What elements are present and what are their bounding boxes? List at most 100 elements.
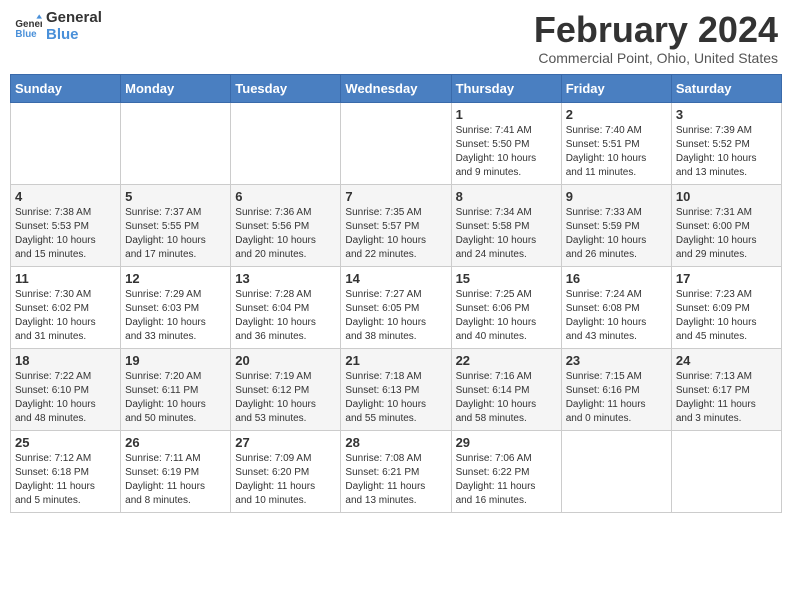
calendar-cell: 29 Sunrise: 7:06 AM Sunset: 6:22 PM Dayli… — [451, 430, 561, 512]
day-info: Sunrise: 7:06 AM Sunset: 6:22 PM Dayligh… — [456, 452, 557, 508]
weekday-header-monday: Monday — [121, 74, 231, 102]
day-info: Sunrise: 7:27 AM Sunset: 6:05 PM Dayligh… — [345, 288, 446, 344]
day-info: Sunrise: 7:19 AM Sunset: 6:12 PM Dayligh… — [235, 370, 336, 426]
day-info: Sunrise: 7:37 AM Sunset: 5:55 PM Dayligh… — [125, 206, 226, 262]
calendar-cell: 9Sunrise: 7:33 AM Sunset: 5:59 PM Daylig… — [561, 184, 671, 266]
location-subtitle: Commercial Point, Ohio, United States — [534, 50, 778, 66]
day-info: Sunrise: 7:08 AM Sunset: 6:21 PM Dayligh… — [345, 452, 446, 508]
calendar-cell: 19Sunrise: 7:20 AM Sunset: 6:11 PM Dayli… — [121, 348, 231, 430]
calendar-cell: 2Sunrise: 7:40 AM Sunset: 5:51 PM Daylig… — [561, 102, 671, 184]
svg-text:Blue: Blue — [15, 28, 37, 39]
weekday-header-friday: Friday — [561, 74, 671, 102]
weekday-header-saturday: Saturday — [671, 74, 781, 102]
calendar-cell: 5 Sunrise: 7:37 AM Sunset: 5:55 PM Daylig… — [121, 184, 231, 266]
calendar-cell — [231, 102, 341, 184]
day-info: Sunrise: 7:22 AM Sunset: 6:10 PM Dayligh… — [15, 370, 116, 426]
day-info: Sunrise: 7:39 AM Sunset: 5:52 PM Dayligh… — [676, 124, 777, 180]
day-info: Sunrise: 7:24 AM Sunset: 6:08 PM Dayligh… — [566, 288, 667, 344]
day-number: 16 — [566, 271, 667, 286]
calendar-cell — [121, 102, 231, 184]
day-info: Sunrise: 7:13 AM Sunset: 6:17 PM Dayligh… — [676, 370, 777, 426]
day-info: Sunrise: 7:38 AM Sunset: 5:53 PM Dayligh… — [15, 206, 116, 262]
calendar-cell: 16 Sunrise: 7:24 AM Sunset: 6:08 PM Dayli… — [561, 266, 671, 348]
day-number: 4 — [15, 189, 116, 204]
day-info: Sunrise: 7:12 AM Sunset: 6:18 PM Dayligh… — [15, 452, 116, 508]
calendar-cell: 25Sunrise: 7:12 AM Sunset: 6:18 PM Dayli… — [11, 430, 121, 512]
day-number: 23 — [566, 353, 667, 368]
day-number: 17 — [676, 271, 777, 286]
day-number: 18 — [15, 353, 116, 368]
day-number: 6 — [235, 189, 336, 204]
calendar-cell: 20 Sunrise: 7:19 AM Sunset: 6:12 PM Dayli… — [231, 348, 341, 430]
day-info: Sunrise: 7:28 AM Sunset: 6:04 PM Dayligh… — [235, 288, 336, 344]
day-number: 5 — [125, 189, 226, 204]
day-number: 1 — [456, 107, 557, 122]
day-number: 24 — [676, 353, 777, 368]
day-number: 14 — [345, 271, 446, 286]
calendar-cell: 28 Sunrise: 7:08 AM Sunset: 6:21 PM Dayli… — [341, 430, 451, 512]
calendar-cell: 7 Sunrise: 7:35 AM Sunset: 5:57 PM Daylig… — [341, 184, 451, 266]
day-number: 22 — [456, 353, 557, 368]
day-info: Sunrise: 7:11 AM Sunset: 6:19 PM Dayligh… — [125, 452, 226, 508]
day-info: Sunrise: 7:23 AM Sunset: 6:09 PM Dayligh… — [676, 288, 777, 344]
day-info: Sunrise: 7:34 AM Sunset: 5:58 PM Dayligh… — [456, 206, 557, 262]
calendar-cell: 24 Sunrise: 7:13 AM Sunset: 6:17 PM Dayli… — [671, 348, 781, 430]
calendar-cell: 11 Sunrise: 7:30 AM Sunset: 6:02 PM Dayli… — [11, 266, 121, 348]
day-number: 7 — [345, 189, 446, 204]
calendar-cell: 6 Sunrise: 7:36 AM Sunset: 5:56 PM Daylig… — [231, 184, 341, 266]
calendar-cell: 12 Sunrise: 7:29 AM Sunset: 6:03 PM Dayli… — [121, 266, 231, 348]
day-info: Sunrise: 7:31 AM Sunset: 6:00 PM Dayligh… — [676, 206, 777, 262]
day-number: 12 — [125, 271, 226, 286]
calendar-cell — [341, 102, 451, 184]
calendar-cell: 3 Sunrise: 7:39 AM Sunset: 5:52 PM Daylig… — [671, 102, 781, 184]
calendar-cell — [671, 430, 781, 512]
day-number: 20 — [235, 353, 336, 368]
calendar-cell: 4 Sunrise: 7:38 AM Sunset: 5:53 PM Daylig… — [11, 184, 121, 266]
week-row-5: 25Sunrise: 7:12 AM Sunset: 6:18 PM Dayli… — [11, 430, 782, 512]
week-row-4: 18 Sunrise: 7:22 AM Sunset: 6:10 PM Dayli… — [11, 348, 782, 430]
weekday-header-tuesday: Tuesday — [231, 74, 341, 102]
weekday-header-row: SundayMondayTuesdayWednesdayThursdayFrid… — [11, 74, 782, 102]
day-number: 29 — [456, 435, 557, 450]
calendar-cell: 10 Sunrise: 7:31 AM Sunset: 6:00 PM Dayli… — [671, 184, 781, 266]
calendar-cell: 22 Sunrise: 7:16 AM Sunset: 6:14 PM Dayli… — [451, 348, 561, 430]
day-info: Sunrise: 7:35 AM Sunset: 5:57 PM Dayligh… — [345, 206, 446, 262]
calendar-cell: 14 Sunrise: 7:27 AM Sunset: 6:05 PM Dayli… — [341, 266, 451, 348]
calendar-cell: 21 Sunrise: 7:18 AM Sunset: 6:13 PM Dayli… — [341, 348, 451, 430]
day-number: 21 — [345, 353, 446, 368]
calendar-cell: 18 Sunrise: 7:22 AM Sunset: 6:10 PM Dayli… — [11, 348, 121, 430]
day-number: 9 — [566, 189, 667, 204]
day-info: Sunrise: 7:16 AM Sunset: 6:14 PM Dayligh… — [456, 370, 557, 426]
day-info: Sunrise: 7:25 AM Sunset: 6:06 PM Dayligh… — [456, 288, 557, 344]
calendar-table: SundayMondayTuesdayWednesdayThursdayFrid… — [10, 74, 782, 513]
calendar-cell: 8 Sunrise: 7:34 AM Sunset: 5:58 PM Daylig… — [451, 184, 561, 266]
calendar-cell: 13Sunrise: 7:28 AM Sunset: 6:04 PM Dayli… — [231, 266, 341, 348]
calendar-cell — [11, 102, 121, 184]
day-number: 26 — [125, 435, 226, 450]
week-row-1: 1 Sunrise: 7:41 AM Sunset: 5:50 PM Daylig… — [11, 102, 782, 184]
calendar-cell: 17 Sunrise: 7:23 AM Sunset: 6:09 PM Dayli… — [671, 266, 781, 348]
day-info: Sunrise: 7:41 AM Sunset: 5:50 PM Dayligh… — [456, 124, 557, 180]
day-info: Sunrise: 7:30 AM Sunset: 6:02 PM Dayligh… — [15, 288, 116, 344]
title-block: February 2024 Commercial Point, Ohio, Un… — [534, 10, 778, 66]
day-number: 8 — [456, 189, 557, 204]
day-info: Sunrise: 7:29 AM Sunset: 6:03 PM Dayligh… — [125, 288, 226, 344]
week-row-2: 4 Sunrise: 7:38 AM Sunset: 5:53 PM Daylig… — [11, 184, 782, 266]
weekday-header-wednesday: Wednesday — [341, 74, 451, 102]
calendar-cell: 15Sunrise: 7:25 AM Sunset: 6:06 PM Dayli… — [451, 266, 561, 348]
day-info: Sunrise: 7:18 AM Sunset: 6:13 PM Dayligh… — [345, 370, 446, 426]
day-number: 28 — [345, 435, 446, 450]
day-info: Sunrise: 7:36 AM Sunset: 5:56 PM Dayligh… — [235, 206, 336, 262]
page-header: General Blue General Blue February 2024 … — [10, 10, 782, 66]
logo: General Blue General Blue — [14, 10, 102, 43]
day-info: Sunrise: 7:20 AM Sunset: 6:11 PM Dayligh… — [125, 370, 226, 426]
logo-blue: Blue — [46, 27, 102, 44]
day-number: 3 — [676, 107, 777, 122]
day-number: 2 — [566, 107, 667, 122]
weekday-header-sunday: Sunday — [11, 74, 121, 102]
week-row-3: 11 Sunrise: 7:30 AM Sunset: 6:02 PM Dayli… — [11, 266, 782, 348]
day-number: 27 — [235, 435, 336, 450]
day-number: 11 — [15, 271, 116, 286]
calendar-cell: 27Sunrise: 7:09 AM Sunset: 6:20 PM Dayli… — [231, 430, 341, 512]
day-number: 10 — [676, 189, 777, 204]
